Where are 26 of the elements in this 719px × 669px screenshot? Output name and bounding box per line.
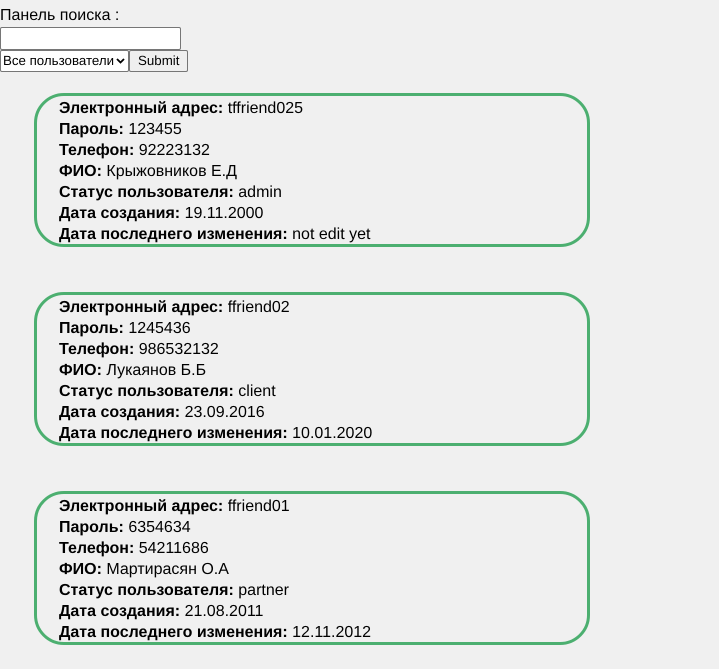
user-field: Телефон: 92223132 (59, 140, 210, 161)
user-field: Пароль: 1245436 (59, 318, 191, 339)
user-field: Дата последнего изменения: not edit yet (59, 224, 370, 245)
user-filter-dropdown[interactable]: Все пользователи (0, 50, 130, 72)
user-field: Дата создания: 21.08.2011 (59, 601, 264, 622)
submit-button[interactable]: Submit (129, 50, 188, 72)
user-field: Электронный адрес: ffriend01 (59, 496, 290, 517)
search-field[interactable] (0, 27, 181, 50)
user-field: Статус пользователя: client (59, 381, 276, 402)
user-field: Статус пользователя: partner (59, 580, 289, 601)
user-field: Пароль: 123455 (59, 119, 182, 140)
user-field: ФИО: Лукаянов Б.Б (59, 360, 206, 381)
user-field: Телефон: 54211686 (59, 538, 209, 559)
user-field: ФИО: Мартирасян О.А (59, 559, 229, 580)
user-field: Дата создания: 19.11.2000 (59, 203, 264, 224)
user-field: ФИО: Крыжовников Е.Д (59, 161, 237, 182)
user-field: Дата создания: 23.09.2016 (59, 402, 265, 423)
user-field: Пароль: 6354634 (59, 517, 191, 538)
user-field: Телефон: 986532132 (59, 339, 219, 360)
user-field: Электронный адрес: ffriend02 (59, 297, 290, 318)
chevron-down-icon (116, 58, 126, 64)
user-field: Дата последнего изменения: 12.11.2012 (59, 622, 372, 643)
user-field: Статус пользователя: admin (59, 182, 282, 203)
user-field: Электронный адрес: tffriend025 (59, 98, 304, 119)
search-label: Панель поиска : (0, 6, 120, 26)
user-field: Дата последнего изменения: 10.01.2020 (59, 423, 372, 444)
